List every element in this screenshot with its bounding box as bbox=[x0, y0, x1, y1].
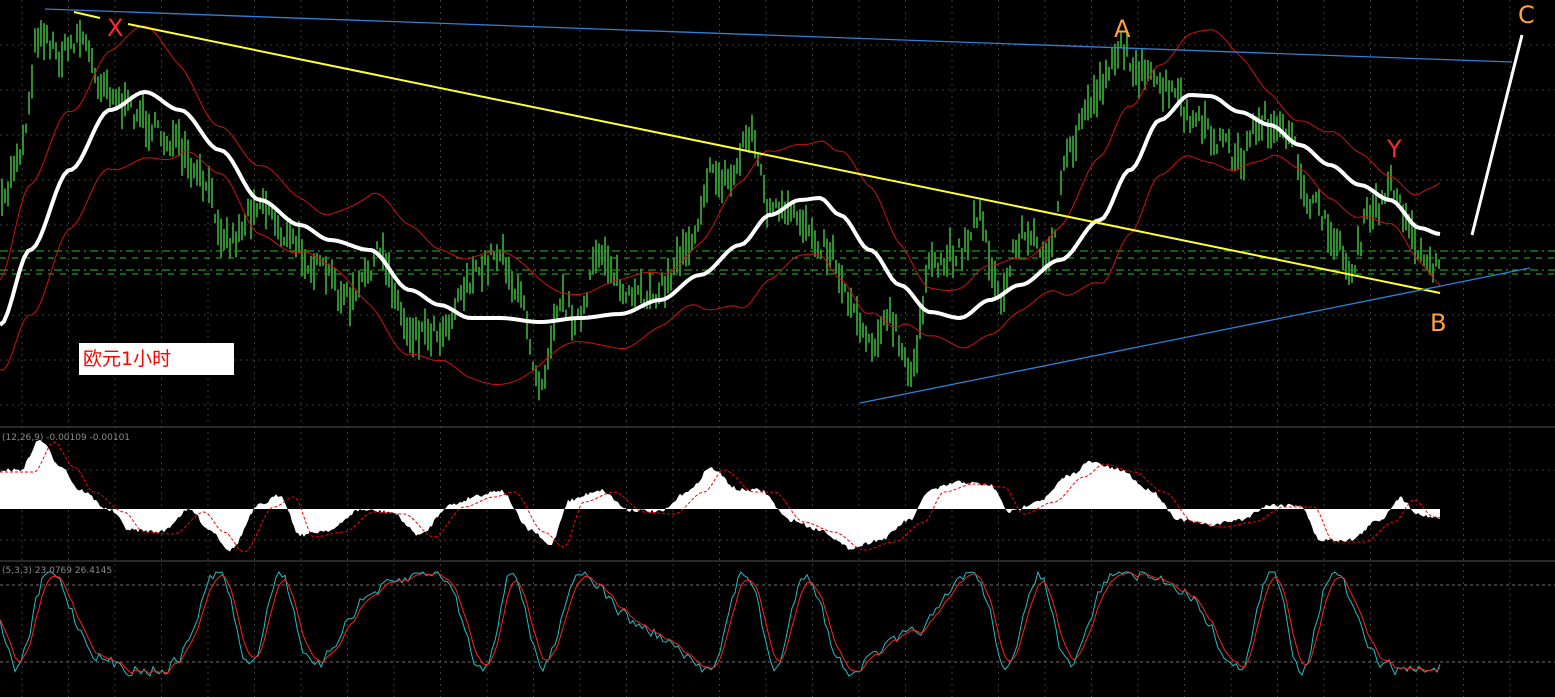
stoch-header: (5,3,3) 23.0769 26.4145 bbox=[2, 566, 112, 576]
wave-label-x: X bbox=[107, 14, 123, 42]
symbol-label: 欧元1小时 bbox=[79, 343, 234, 375]
macd-header: (12,26,9) -0.00109 -0.00101 bbox=[2, 433, 130, 443]
wave-label-y: Y bbox=[1386, 135, 1402, 163]
wave-label-b: B bbox=[1430, 309, 1446, 337]
wave-label-a: A bbox=[1114, 15, 1131, 43]
wave-label-c: C bbox=[1518, 1, 1535, 29]
